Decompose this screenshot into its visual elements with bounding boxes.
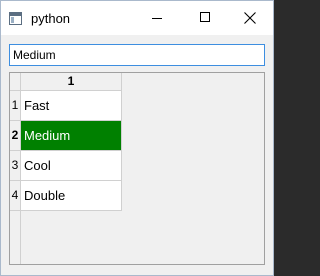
row-header[interactable]: 1 [10,91,21,121]
data-table: 1 1 Fast 2 Medium 3 Cool 4 Double [9,72,265,265]
table-cell[interactable]: Fast [21,91,122,121]
row-header-filler [10,211,21,264]
title-bar[interactable]: python [1,1,273,35]
maximize-button[interactable] [181,1,227,35]
app-window-icon [9,12,22,25]
maximize-icon [200,12,210,22]
window-title: python [31,11,71,26]
minimize-icon [152,18,162,19]
row-header[interactable]: 4 [10,181,21,211]
row-header[interactable]: 3 [10,151,21,181]
table-cell[interactable]: Cool [21,151,122,181]
row-header[interactable]: 2 [10,121,21,151]
close-button[interactable] [227,1,273,35]
table-cell-selected[interactable]: Medium [21,121,122,151]
minimize-button[interactable] [134,1,180,35]
app-window: python 1 1 Fast 2 Medium 3 Cool 4 Double [0,0,274,276]
table-cell[interactable]: Double [21,181,122,211]
search-input[interactable] [9,44,265,66]
table-corner-button[interactable] [10,73,21,91]
column-header[interactable]: 1 [21,73,122,91]
close-icon [244,12,256,24]
